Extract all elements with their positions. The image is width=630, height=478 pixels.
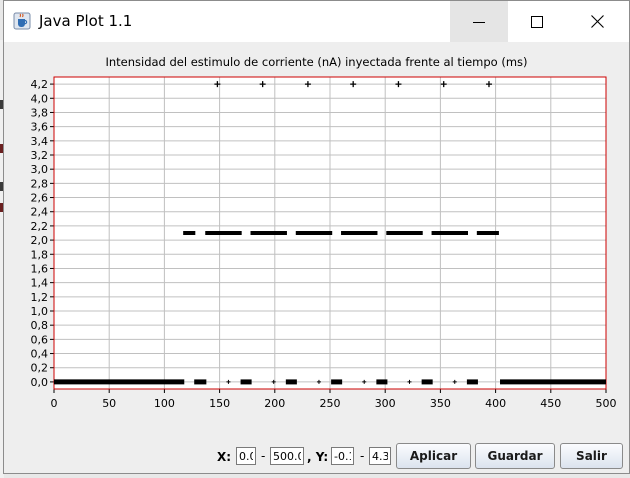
x-tick-label: 50 [102, 397, 116, 410]
x-tick-label: 250 [320, 397, 341, 410]
y-tick-label: 0,2 [31, 362, 49, 375]
y-tick-label: 2,8 [31, 177, 49, 190]
y-tick-label: 3,2 [31, 149, 49, 162]
y-tick-label: 0,8 [31, 319, 49, 332]
y-tick-label: 0,4 [31, 348, 49, 361]
x-min-field[interactable] [236, 447, 256, 465]
y-range-label: , Y: [307, 450, 329, 464]
x-tick-label: 500 [596, 397, 617, 410]
plot-area: 0 50 100 150 200 250 300 350 400 450 500 0,00,20,4 0… [31, 76, 617, 410]
x-tick-label: 300 [375, 397, 396, 410]
y-tick-label: 4,0 [31, 92, 49, 105]
plot-window: Java Plot 1.1 Intensidad del estimulo de… [3, 0, 630, 474]
x-range-label: X: [217, 450, 232, 464]
x-tick-label: 350 [430, 397, 451, 410]
y-tick-label: 0,0 [31, 376, 49, 389]
x-tick-label: 200 [264, 397, 285, 410]
y-tick-label: 3,8 [31, 106, 49, 119]
exit-button[interactable]: Salir [560, 443, 623, 469]
x-max-field[interactable] [270, 447, 304, 465]
x-tick-label: 450 [540, 397, 561, 410]
save-button[interactable]: Guardar [475, 443, 555, 469]
y-tick-label: 2,4 [31, 206, 49, 219]
y-tick-label: 1,8 [31, 248, 49, 261]
y-tick-label: 2,6 [31, 192, 49, 205]
y-tick-label: 2,2 [31, 220, 49, 233]
y-tick-label: 3,0 [31, 163, 49, 176]
footer-controls: X: - , Y: - Aplicar Guardar Salir [4, 441, 629, 473]
y-tick-label: 4,2 [31, 78, 49, 91]
x-tick-label: 0 [51, 397, 58, 410]
y-tick-label: 3,4 [31, 135, 49, 148]
x-tick-label: 400 [485, 397, 506, 410]
y-tick-label: 1,2 [31, 291, 49, 304]
y-min-field[interactable] [331, 447, 354, 465]
y-tick-label: 1,4 [31, 277, 49, 290]
y-tick-label: 2,0 [31, 234, 49, 247]
y-max-field[interactable] [369, 447, 391, 465]
y-tick-label: 0,6 [31, 333, 49, 346]
y-tick-label: 1,0 [31, 305, 49, 318]
x-tick-label: 100 [154, 397, 175, 410]
y-range-dash: - [360, 449, 365, 463]
x-tick-label: 150 [209, 397, 230, 410]
apply-button[interactable]: Aplicar [396, 443, 471, 469]
y-tick-label: 1,6 [31, 262, 49, 275]
y-tick-label: 3,6 [31, 121, 49, 134]
x-range-dash: - [261, 449, 266, 463]
